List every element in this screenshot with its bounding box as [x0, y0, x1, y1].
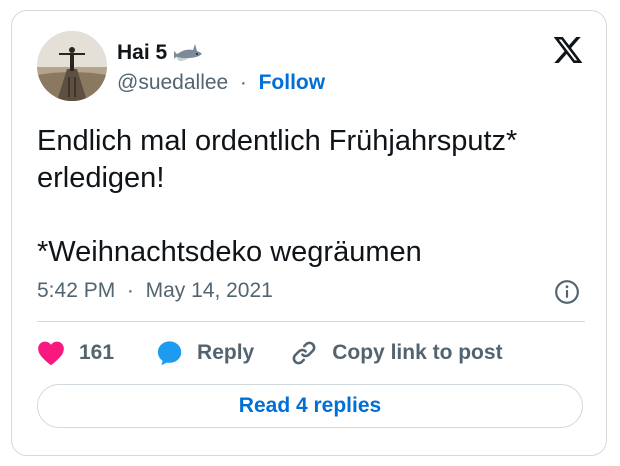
post-actions: 161 Reply Copy link to post: [37, 336, 503, 370]
follow-link[interactable]: Follow: [259, 71, 326, 94]
link-icon: [292, 341, 316, 365]
author-handle-row: @suedallee · Follow: [117, 71, 325, 95]
timestamp-separator: ·: [121, 279, 140, 302]
reply-button[interactable]: Reply: [155, 339, 254, 367]
author-handle[interactable]: @suedallee: [117, 71, 228, 94]
copy-link-label: Copy link to post: [332, 341, 503, 364]
divider: [37, 321, 585, 322]
post-timestamp: 5:42 PM · May 14, 2021: [37, 279, 273, 303]
post-text: Endlich mal ordentlich Frühjahrsputz* er…: [37, 125, 518, 268]
reply-bubble-icon: [157, 341, 182, 366]
read-replies-button[interactable]: Read 4 replies: [37, 384, 583, 428]
reply-label: Reply: [197, 341, 255, 364]
handle-separator: ·: [234, 71, 253, 94]
like-count: 161: [79, 341, 115, 364]
post-time[interactable]: 5:42 PM: [37, 279, 115, 302]
x-logo-icon[interactable]: [551, 34, 585, 66]
shark-icon: [173, 42, 203, 64]
post-date[interactable]: May 14, 2021: [146, 279, 273, 302]
like-button[interactable]: 161: [37, 340, 114, 366]
copy-link-button[interactable]: Copy link to post: [290, 339, 503, 367]
read-replies-label: Read 4 replies: [238, 394, 382, 417]
author-display-name[interactable]: Hai 5: [117, 41, 167, 65]
author-name-row: Hai 5: [117, 39, 203, 67]
embedded-post-card: Hai 5 @suedallee · Follow Endlich mal or…: [11, 10, 607, 456]
heart-icon: [38, 341, 64, 366]
avatar[interactable]: [37, 31, 107, 101]
avatar-photo: [37, 31, 107, 101]
info-icon[interactable]: [554, 279, 580, 305]
